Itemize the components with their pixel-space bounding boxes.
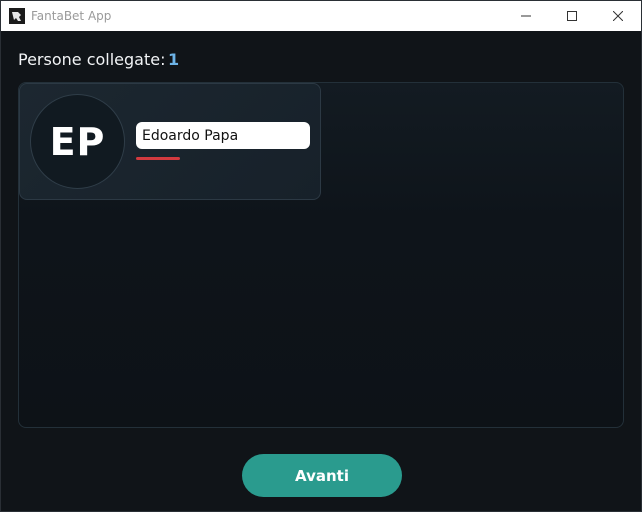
- minimize-icon: [521, 15, 531, 17]
- app-window: FantaBet App Persone collegate: 1 EP Ava…: [0, 0, 642, 512]
- title-bar[interactable]: FantaBet App: [1, 1, 641, 31]
- window-title: FantaBet App: [31, 9, 112, 23]
- connected-label: Persone collegate:: [18, 50, 166, 69]
- connected-count: 1: [168, 50, 180, 69]
- fantabet-logo-icon: [9, 8, 25, 24]
- avatar: EP: [30, 94, 125, 189]
- maximize-button[interactable]: [549, 1, 595, 31]
- user-status-indicator: [136, 157, 180, 160]
- avatar-initials: EP: [49, 119, 106, 164]
- close-button[interactable]: [595, 1, 641, 31]
- minimize-button[interactable]: [503, 1, 549, 31]
- next-button[interactable]: Avanti: [242, 454, 402, 497]
- user-name-input[interactable]: [136, 122, 310, 149]
- close-icon: [613, 11, 623, 21]
- maximize-icon: [567, 11, 577, 21]
